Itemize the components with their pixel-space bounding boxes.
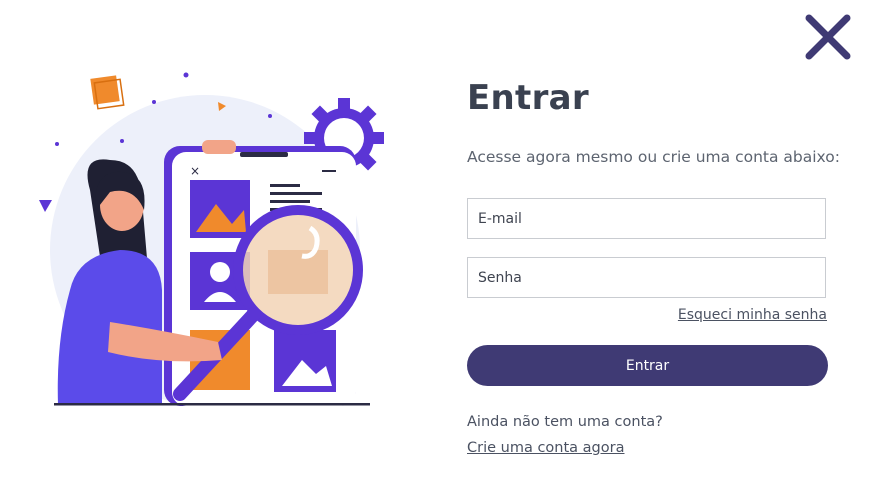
page-title: Entrar [467,78,589,118]
forgot-password-link[interactable]: Esqueci minha senha [678,307,827,323]
create-account-link[interactable]: Crie uma conta agora [467,440,624,456]
close-button[interactable] [803,12,853,62]
email-field[interactable] [467,198,826,239]
close-icon [805,14,851,60]
subtitle: Acesse agora mesmo ou crie uma conta aba… [467,148,840,166]
no-account-text: Ainda não tem uma conta? [467,414,663,430]
login-button[interactable]: Entrar [467,345,828,386]
svg-text:×: × [190,164,200,178]
password-field[interactable] [467,257,826,298]
login-illustration: × [30,60,390,420]
